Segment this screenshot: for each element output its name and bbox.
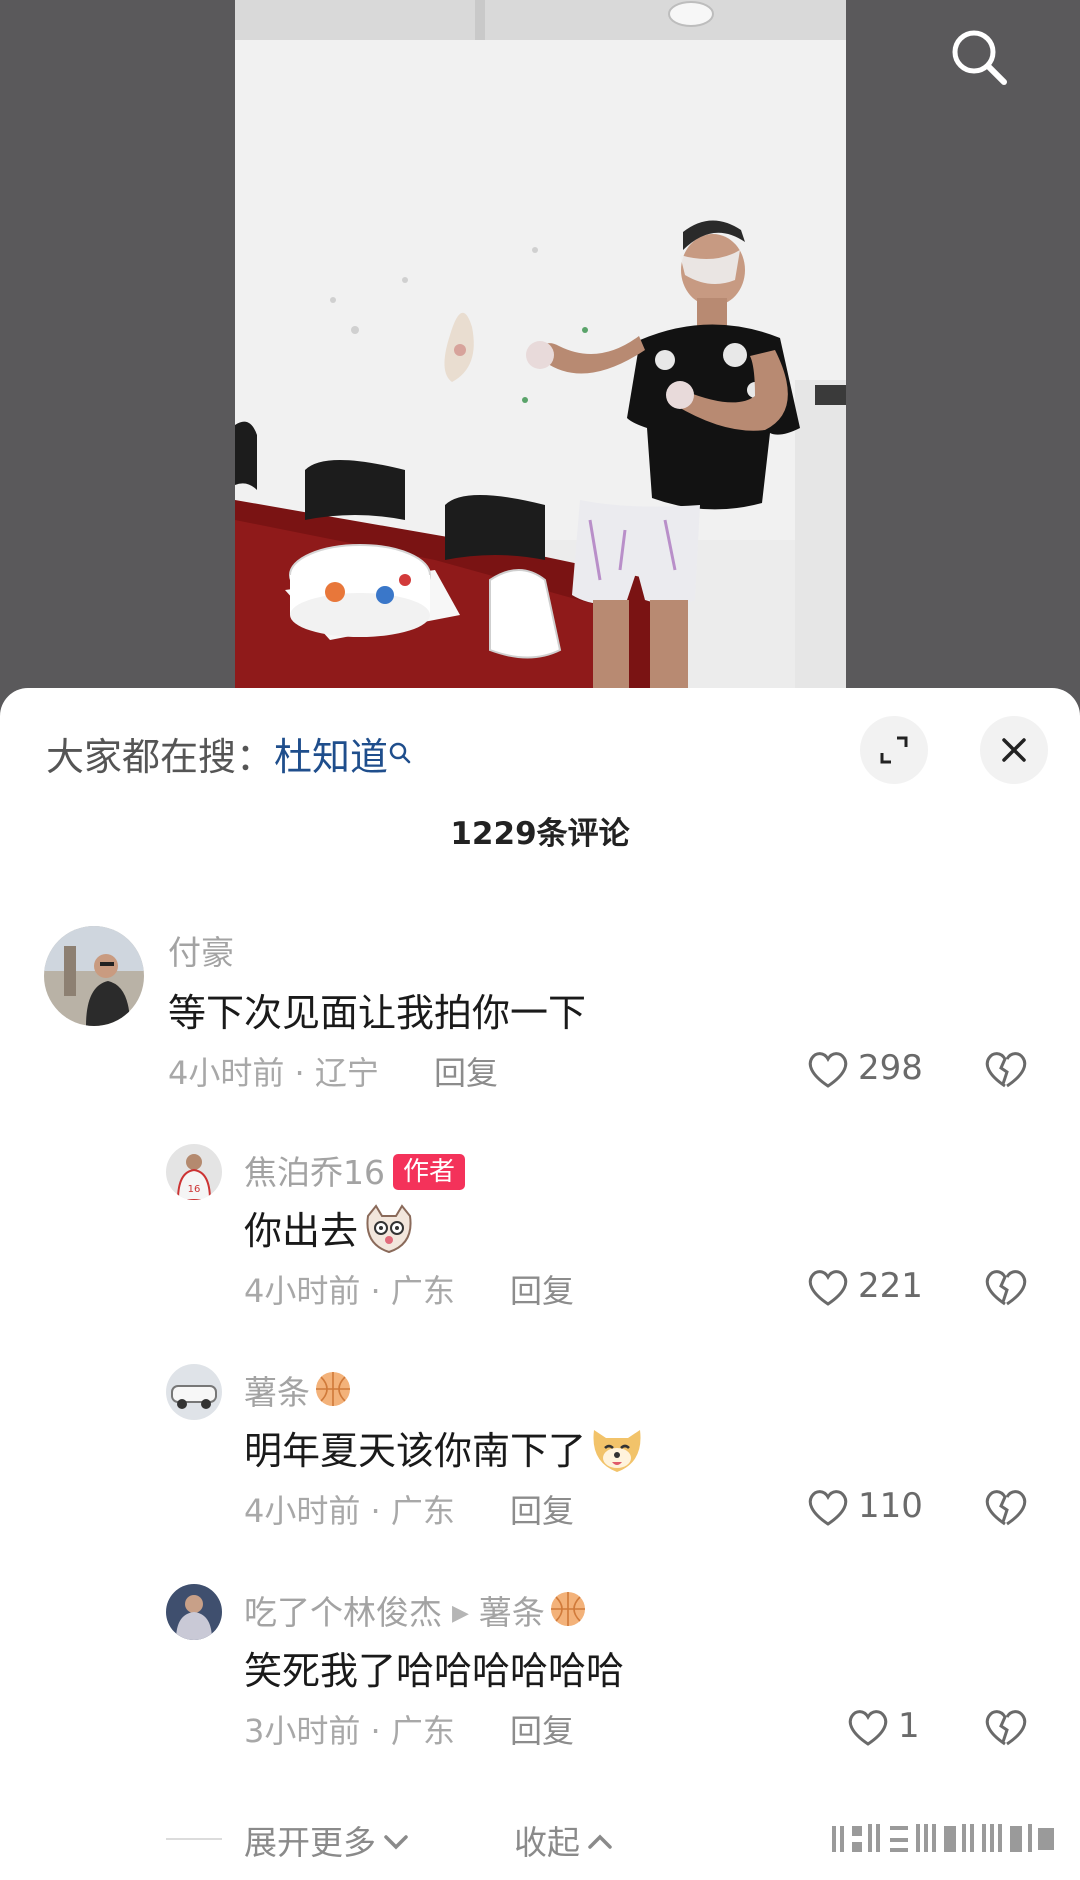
dislike-button[interactable]	[982, 1048, 1028, 1092]
comment-author[interactable]: 薯条	[244, 1366, 352, 1416]
hot-search-bar[interactable]: 大家都在搜：杜知道	[46, 726, 412, 781]
avatar[interactable]: 16	[166, 1144, 222, 1200]
expand-button[interactable]	[860, 716, 928, 784]
chevron-down-icon	[380, 1826, 412, 1866]
comment-text-body: 你出去	[244, 1209, 359, 1253]
collapse-button[interactable]: 收起	[514, 1816, 616, 1866]
comment-text-body: 明年夏天该你南下了	[244, 1429, 587, 1473]
comment-time: 4小时前	[244, 1272, 361, 1310]
search-icon	[388, 730, 412, 774]
basketball-icon	[549, 1590, 587, 1636]
broken-heart-icon	[985, 1710, 1027, 1746]
heart-icon	[808, 1052, 848, 1088]
like-button[interactable]: 298	[806, 1048, 926, 1092]
like-count: 1	[898, 1706, 920, 1746]
hot-search-keyword[interactable]: 杜知道	[274, 735, 388, 779]
comment-location: 辽宁	[314, 1054, 379, 1092]
replies-toggle-bar: 展开更多 收起	[0, 1816, 1080, 1876]
comment-time: 3小时前	[244, 1712, 361, 1750]
like-button[interactable]: 221	[806, 1266, 926, 1310]
close-button[interactable]	[980, 716, 1048, 784]
expand-icon	[880, 736, 908, 764]
chevron-up-icon	[584, 1826, 616, 1866]
watermark	[832, 1818, 1058, 1858]
collapse-label: 收起	[514, 1823, 580, 1862]
svg-text:16: 16	[188, 1184, 201, 1195]
reply-button[interactable]: 回复	[510, 1486, 574, 1532]
reply-to-name[interactable]: 薯条	[479, 1593, 545, 1632]
author-tag-badge: 作者	[393, 1154, 466, 1190]
like-button[interactable]: 1	[846, 1706, 926, 1750]
comment-text: 笑死我了哈哈哈哈哈哈	[244, 1649, 625, 1693]
avatar[interactable]	[44, 926, 144, 1026]
reply-arrow-icon: ▶	[452, 1601, 469, 1626]
comment-meta: 4小时前 · 广东	[244, 1272, 455, 1310]
comment-meta: 4小时前 · 辽宁	[168, 1054, 379, 1092]
cat-face-emoji	[362, 1204, 416, 1263]
author-name[interactable]: 吃了个林俊杰	[244, 1593, 442, 1632]
comment-author[interactable]: 付豪	[168, 926, 234, 974]
like-count: 298	[858, 1048, 923, 1088]
avatar[interactable]	[166, 1364, 222, 1420]
broken-heart-icon	[985, 1490, 1027, 1526]
expand-more-label: 展开更多	[244, 1823, 376, 1862]
avatar[interactable]	[166, 1584, 222, 1640]
dislike-button[interactable]	[982, 1486, 1028, 1530]
hot-search-prefix: 大家都在搜：	[46, 735, 275, 779]
comment-location: 广东	[390, 1492, 455, 1530]
comment-text: 你出去	[244, 1200, 416, 1263]
comment-time: 4小时前	[168, 1054, 285, 1092]
like-button[interactable]: 110	[806, 1486, 926, 1530]
comment-sheet: 大家都在搜：杜知道 1229条评论 付豪 等下次见面让我拍你一下 4小时前 · …	[0, 688, 1080, 1880]
heart-icon	[808, 1490, 848, 1526]
like-count: 110	[858, 1486, 923, 1526]
heart-icon	[848, 1710, 888, 1746]
close-icon	[1002, 738, 1026, 762]
like-count: 221	[858, 1266, 923, 1306]
comment-author[interactable]: 吃了个林俊杰 ▶ 薯条	[244, 1586, 587, 1636]
video-player[interactable]	[235, 0, 846, 720]
reply-button[interactable]: 回复	[510, 1706, 574, 1752]
author-name[interactable]: 焦泊乔16	[244, 1153, 385, 1192]
reply-button[interactable]: 回复	[434, 1048, 498, 1094]
heart-icon	[808, 1270, 848, 1306]
comment-count: 1229条评论	[450, 816, 630, 852]
author-name[interactable]: 薯条	[244, 1373, 310, 1412]
reply-button[interactable]: 回复	[510, 1266, 574, 1312]
dog-face-emoji	[590, 1424, 644, 1483]
comment-time: 4小时前	[244, 1492, 361, 1530]
comment-location: 广东	[390, 1712, 455, 1750]
basketball-icon	[314, 1370, 352, 1416]
dislike-button[interactable]	[982, 1266, 1028, 1310]
expand-more-button[interactable]: 展开更多	[244, 1816, 412, 1866]
dislike-button[interactable]	[982, 1706, 1028, 1750]
broken-heart-icon	[985, 1270, 1027, 1306]
comment-author[interactable]: 焦泊乔16 作者	[244, 1146, 466, 1194]
comment-location: 广东	[390, 1272, 455, 1310]
divider-line	[166, 1838, 222, 1840]
search-icon	[952, 30, 1007, 85]
comment-meta: 4小时前 · 广东	[244, 1492, 455, 1530]
comment-text: 明年夏天该你南下了	[244, 1420, 644, 1483]
comment-meta: 3小时前 · 广东	[244, 1712, 455, 1750]
top-search-button[interactable]	[944, 22, 1016, 94]
comment-text: 等下次见面让我拍你一下	[168, 991, 587, 1035]
broken-heart-icon	[985, 1052, 1027, 1088]
video-frame-image	[235, 0, 846, 720]
